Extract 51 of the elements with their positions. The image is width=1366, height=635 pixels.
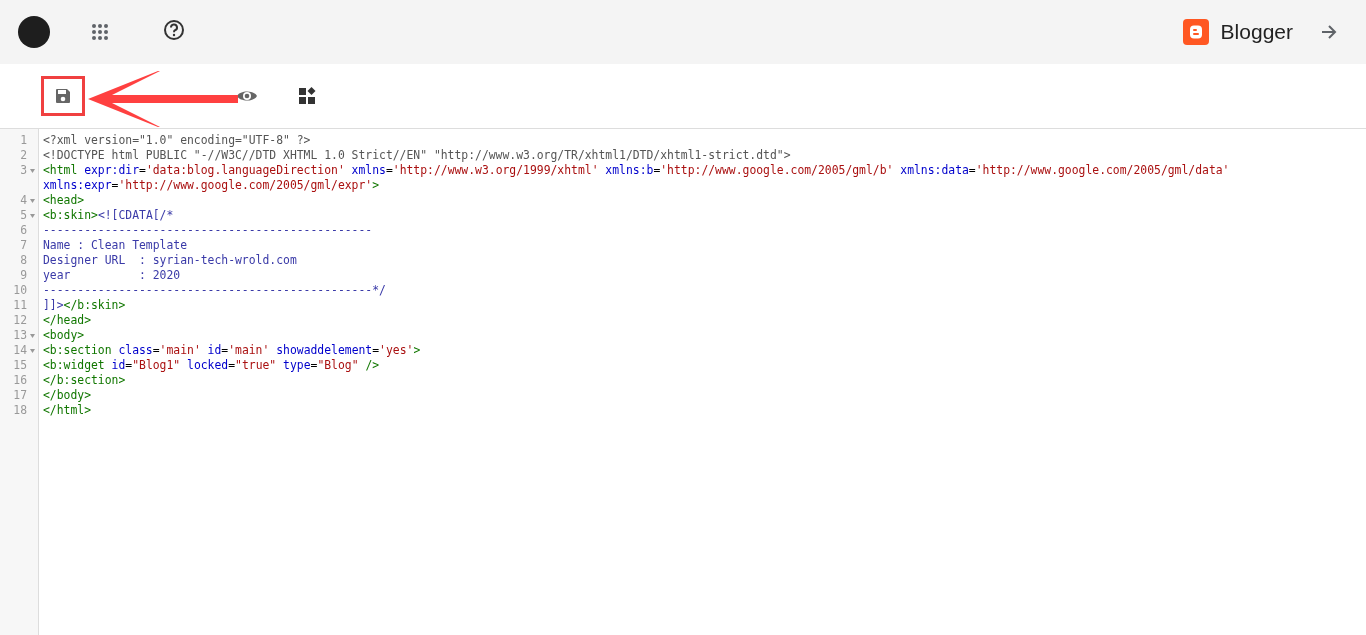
line-number: 14 bbox=[13, 343, 27, 358]
blogger-logo-icon bbox=[1182, 19, 1209, 45]
code-line: <html expr:dir='data:blog.languageDirection' xmlns='http://www.w3.org/1999/xhtml' xmlns:b='http://www.google.com/2005/gml/b' xmlns:data='http://www.google.com/2005/gml/data' bbox=[43, 163, 1230, 177]
line-number: 18 bbox=[13, 403, 27, 418]
line-number: 13 bbox=[13, 328, 27, 343]
line-number: 12 bbox=[13, 313, 27, 328]
code-line: ]]></b:skin> bbox=[43, 298, 126, 312]
arrow-right-icon[interactable] bbox=[1320, 23, 1338, 41]
fold-caret-icon[interactable] bbox=[30, 333, 35, 338]
save-icon bbox=[54, 87, 72, 105]
fold-caret-icon[interactable] bbox=[30, 348, 35, 353]
code-line: Name : Clean Template bbox=[43, 238, 187, 252]
line-number: 15 bbox=[13, 358, 27, 373]
line-number: 3 bbox=[20, 163, 27, 178]
line-number: 7 bbox=[20, 238, 27, 253]
line-number: 16 bbox=[13, 373, 27, 388]
code-line: </html> bbox=[43, 403, 91, 417]
code-line: <b:section class='main' id='main' showaddelement='yes'> bbox=[43, 343, 421, 357]
code-line: xmlns:expr='http://www.google.com/2005/gml/expr'> bbox=[43, 178, 380, 192]
code-line: <b:widget id="Blog1" locked="true" type="Blog" /> bbox=[43, 358, 380, 372]
code-line: <?xml version="1.0" encoding="UTF-8" ?> bbox=[43, 133, 311, 147]
line-number: 1 bbox=[20, 133, 27, 148]
code-line: ------------------------------------------------*/ bbox=[43, 283, 386, 297]
fold-caret-icon[interactable] bbox=[30, 168, 35, 173]
line-number: 2 bbox=[20, 148, 27, 163]
code-line: Designer URL : syrian-tech-wrold.com bbox=[43, 253, 297, 267]
line-number: 10 bbox=[13, 283, 27, 298]
fold-caret-icon[interactable] bbox=[30, 213, 35, 218]
brand-name: Blogger bbox=[1220, 20, 1293, 44]
apps-grid-icon[interactable] bbox=[91, 23, 109, 41]
code-line: <b:skin><![CDATA[/* bbox=[43, 208, 174, 222]
code-line: ------------------------------------------------ bbox=[43, 223, 373, 237]
line-number: 4 bbox=[20, 193, 27, 208]
line-number: 11 bbox=[13, 298, 27, 313]
line-number: 5 bbox=[20, 208, 27, 223]
code-line: <head> bbox=[43, 193, 85, 207]
widgets-icon[interactable] bbox=[298, 86, 318, 106]
line-number: 9 bbox=[20, 268, 27, 283]
line-number: 6 bbox=[20, 223, 27, 238]
code-line: </body> bbox=[43, 388, 91, 402]
save-button[interactable] bbox=[41, 76, 85, 116]
code-line: year : 2020 bbox=[43, 268, 181, 282]
code-line: <!DOCTYPE html PUBLIC "-//W3C//DTD XHTML 1.0 Strict//EN" "http://www.w3.org/TR/xhtml1/DTD/xhtml1-strict.dtd"> bbox=[43, 148, 791, 162]
code-line: </head> bbox=[43, 313, 91, 327]
code-line: <body> bbox=[43, 328, 85, 342]
fold-caret-icon[interactable] bbox=[30, 198, 35, 203]
avatar-photo[interactable] bbox=[18, 16, 50, 48]
code-line: </b:section> bbox=[43, 373, 126, 387]
help-icon[interactable] bbox=[163, 19, 185, 41]
line-number: 17 bbox=[13, 388, 27, 403]
line-number: 8 bbox=[20, 253, 27, 268]
